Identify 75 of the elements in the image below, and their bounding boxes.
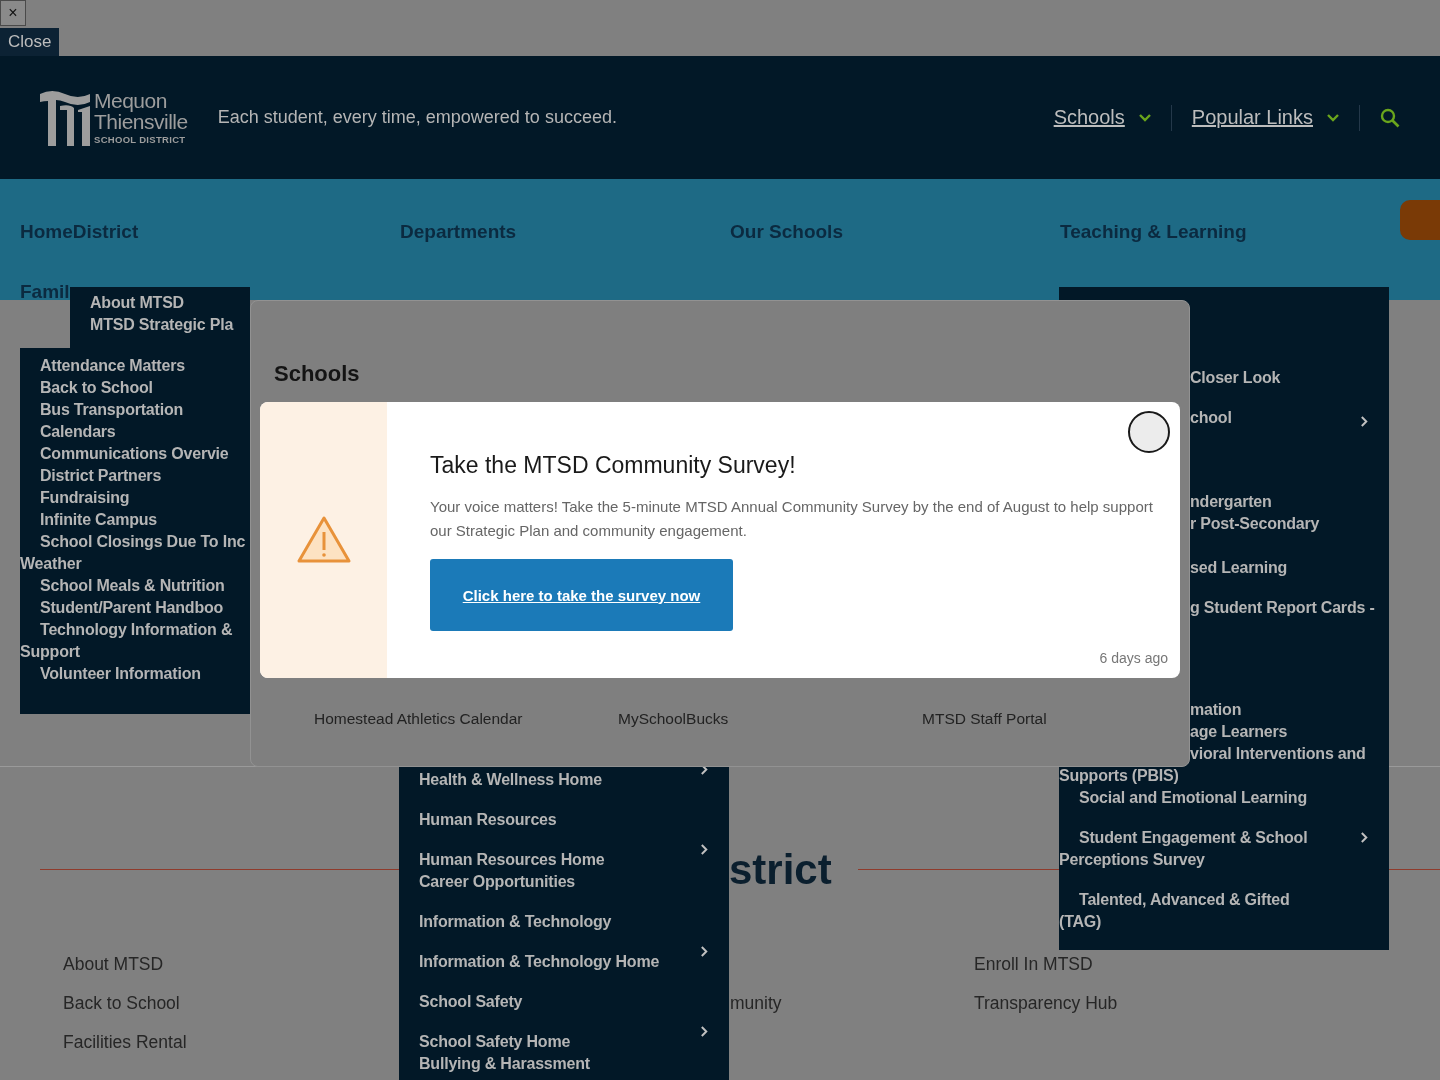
- logo-subtitle: SCHOOL DISTRICT: [94, 135, 187, 145]
- tagline: Each student, every time, empowered to succeed.: [217, 107, 617, 128]
- menu-item[interactable]: Attendance Matters: [20, 355, 250, 377]
- chevron-right-icon[interactable]: [700, 843, 709, 856]
- menu-item[interactable]: r Post-Secondary: [1190, 513, 1389, 535]
- chevron-right-icon[interactable]: [1360, 415, 1369, 428]
- menu-item[interactable]: Career Opportunities: [399, 871, 729, 893]
- footer-link[interactable]: Transparency Hub: [974, 992, 1118, 1014]
- menu-item[interactable]: School Closings Due To Inc: [20, 531, 250, 553]
- footer-link[interactable]: Back to School: [63, 992, 187, 1014]
- menu-item[interactable]: Calendars: [20, 421, 250, 443]
- menu-item[interactable]: Bus Transportation: [20, 399, 250, 421]
- menu-item[interactable]: Student Engagement & School: [1059, 827, 1389, 849]
- menu-item[interactable]: ndergarten: [1190, 491, 1389, 513]
- timestamp: 6 days ago: [1099, 650, 1168, 666]
- footer-link[interactable]: Facilities Rental: [63, 1031, 187, 1053]
- menu-item[interactable]: Talented, Advanced & Gifted: [1059, 889, 1389, 911]
- header-link[interactable]: Schools: [1053, 106, 1125, 129]
- menu-item[interactable]: Closer Look: [1190, 367, 1389, 389]
- menu-item[interactable]: School Safety: [399, 991, 729, 1013]
- close-button[interactable]: ×: [0, 0, 26, 26]
- chevron-right-icon[interactable]: [1360, 831, 1369, 844]
- warning-icon: [295, 515, 352, 565]
- menu-item[interactable]: age Learners: [1190, 721, 1389, 743]
- school-link[interactable]: Homestead Athletics Calendar: [314, 708, 618, 730]
- header-link[interactable]: Popular Links: [1191, 106, 1313, 129]
- chevron-down-icon[interactable]: [1138, 113, 1151, 122]
- menu-item[interactable]: (TAG): [1059, 911, 1389, 933]
- section-heading: strict: [729, 846, 832, 894]
- menu-item[interactable]: Technology Information &: [20, 619, 250, 641]
- menu-item[interactable]: Bullying & Harassment: [399, 1053, 729, 1075]
- menu-item[interactable]: Fundraising: [20, 487, 250, 509]
- footer-link[interactable]: About MTSD: [63, 953, 187, 975]
- menu-item[interactable]: Human Resources: [399, 809, 729, 831]
- logo-text: Thiensville: [94, 111, 188, 133]
- school-link[interactable]: MySchoolBucks: [618, 708, 922, 730]
- menu-item[interactable]: Support: [20, 641, 250, 663]
- logo-icon: [40, 89, 90, 146]
- menu-item[interactable]: Infinite Campus: [20, 509, 250, 531]
- menu-item[interactable]: Perceptions Survey: [1059, 849, 1389, 871]
- chevron-right-icon[interactable]: [700, 1025, 709, 1038]
- menu-item[interactable]: Human Resources Home: [399, 849, 729, 871]
- menu-item[interactable]: Social and Emotional Learning: [1059, 787, 1389, 809]
- menu-item[interactable]: vioral Interventions and: [1190, 743, 1389, 765]
- menu-item[interactable]: Volunteer Information: [20, 663, 250, 685]
- close-button[interactable]: [1128, 411, 1170, 453]
- menu-item[interactable]: Information & Technology Home: [399, 951, 729, 973]
- menu-item[interactable]: Information & Technology: [399, 911, 729, 933]
- menu-item[interactable]: mation: [1190, 699, 1389, 721]
- menu-item[interactable]: School Safety Home: [399, 1031, 729, 1053]
- chevron-right-icon[interactable]: [700, 945, 709, 958]
- menu-item[interactable]: MTSD Strategic Pla: [70, 314, 250, 336]
- footer-link[interactable]: munity: [730, 992, 782, 1014]
- survey-button[interactable]: Click here to take the survey now: [430, 559, 733, 631]
- panel-title: Schools: [274, 361, 360, 387]
- menu-item[interactable]: g Student Report Cards -: [1190, 597, 1389, 619]
- menu-item[interactable]: Back to School: [20, 377, 250, 399]
- footer-link[interactable]: Enroll In MTSD: [974, 953, 1118, 975]
- menu-item[interactable]: District Partners: [20, 465, 250, 487]
- logo-text: Mequon: [94, 90, 168, 112]
- menu-item[interactable]: chool: [1190, 407, 1389, 429]
- menu-item[interactable]: Supports (PBIS): [1059, 765, 1389, 787]
- menu-item[interactable]: Communications Overvie: [20, 443, 250, 465]
- search-icon[interactable]: [1380, 107, 1400, 128]
- menu-item[interactable]: Health & Wellness Home: [399, 769, 729, 791]
- menu-item[interactable]: sed Learning: [1190, 557, 1389, 579]
- menu-item[interactable]: Student/Parent Handboo: [20, 597, 250, 619]
- dialog-message: Your voice matters! Take the 5-minute MTSD Annual Community Survey by the end of August to help support our Strategic Plan and community engagement.: [430, 497, 1154, 541]
- school-link[interactable]: MTSD Staff Portal: [922, 708, 1047, 730]
- chevron-down-icon[interactable]: [1327, 113, 1339, 122]
- menu-item[interactable]: Weather: [20, 553, 250, 575]
- close-button[interactable]: Close: [0, 28, 60, 56]
- dialog-title: Take the MTSD Community Survey!: [430, 452, 797, 479]
- menu-item[interactable]: About MTSD: [70, 292, 250, 314]
- menu-item[interactable]: School Meals & Nutrition: [20, 575, 250, 597]
